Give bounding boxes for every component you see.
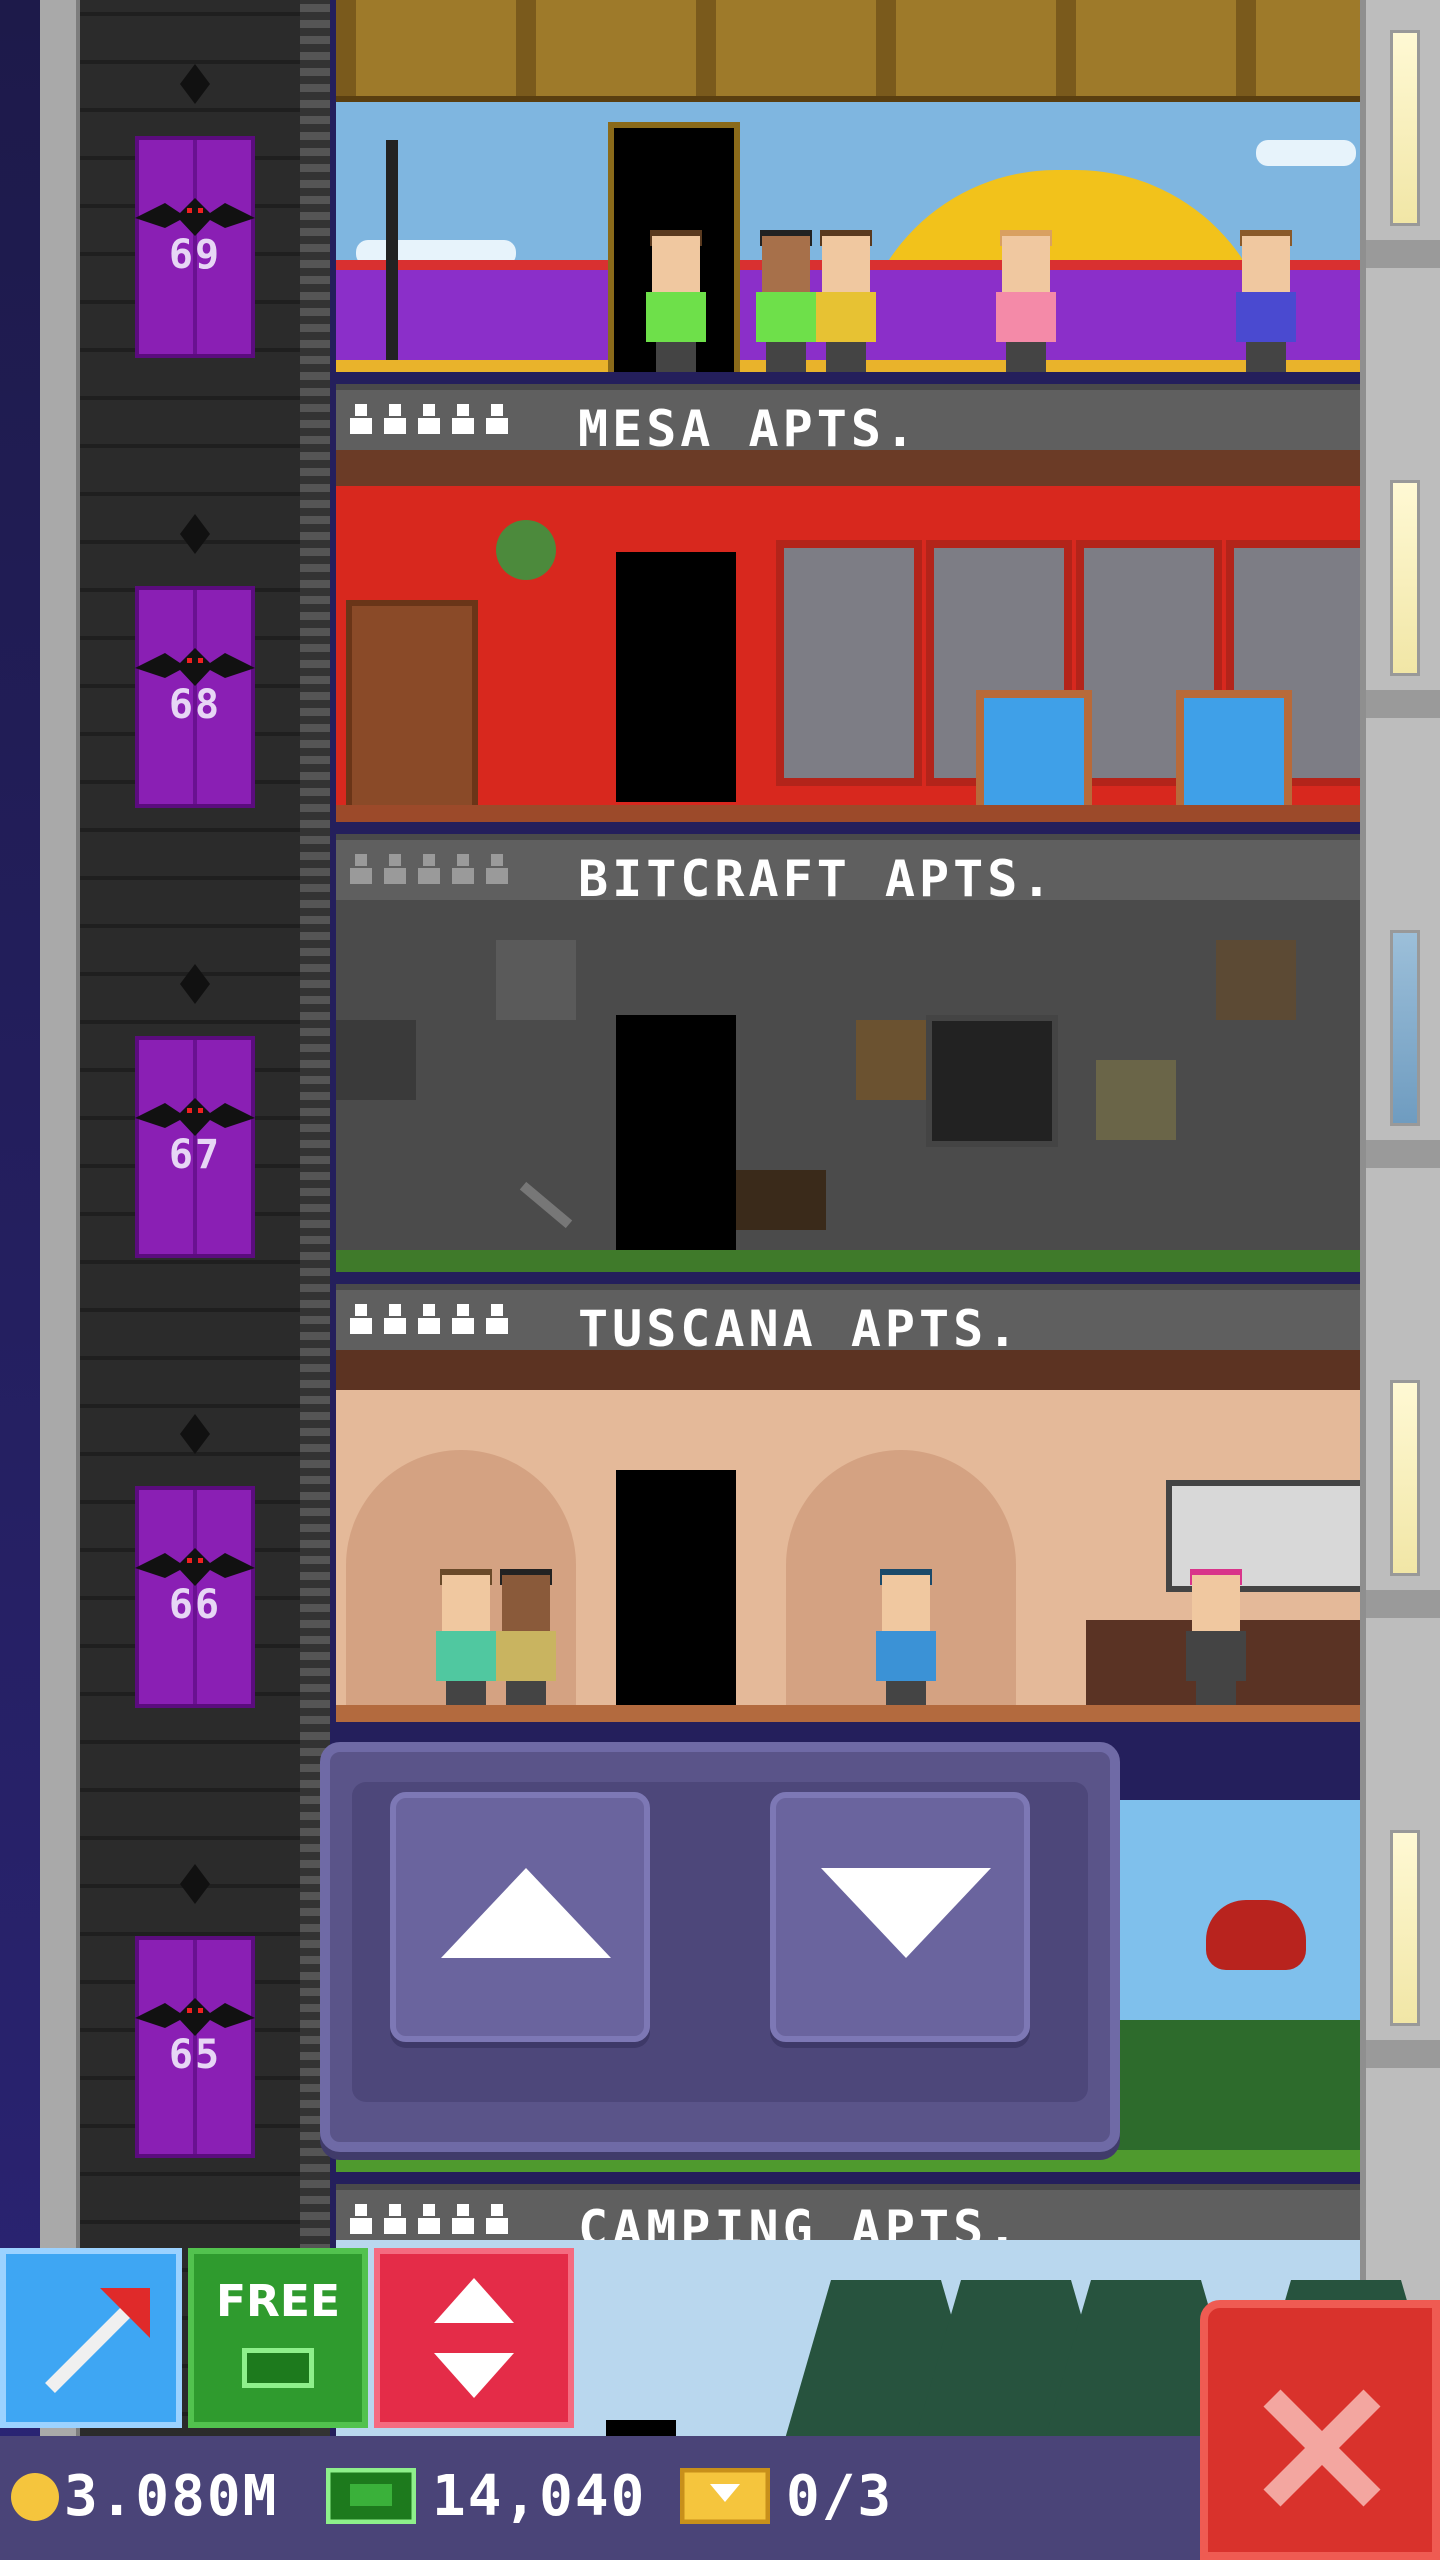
wall-segment bbox=[1366, 690, 1440, 718]
floor-number: 68 bbox=[168, 682, 222, 728]
resident[interactable] bbox=[646, 230, 706, 372]
elevator-car-67[interactable]: 67 bbox=[135, 1036, 255, 1258]
elevator-ornament-icon bbox=[180, 1864, 210, 1904]
wall-segment bbox=[1366, 1590, 1440, 1618]
wall-segment bbox=[1366, 240, 1440, 268]
resident-slots bbox=[348, 2204, 510, 2234]
floor-number: 65 bbox=[168, 2032, 222, 2078]
tickets-count: 0/3 bbox=[786, 2464, 894, 2529]
bookshelf bbox=[346, 600, 478, 822]
pickaxe bbox=[519, 1181, 573, 1229]
wall-segment bbox=[1366, 1140, 1440, 1168]
room-door[interactable] bbox=[616, 552, 736, 802]
resident[interactable] bbox=[816, 230, 876, 372]
resident-slot-icon bbox=[450, 404, 476, 434]
resident-slot-icon bbox=[484, 854, 510, 884]
wall-segment bbox=[1366, 2040, 1440, 2068]
space-background bbox=[0, 0, 40, 2560]
resident-slot-icon bbox=[382, 2204, 408, 2234]
bux-icon bbox=[326, 2468, 416, 2524]
resident-slots bbox=[348, 404, 510, 434]
pickaxe-arrow-icon bbox=[45, 2288, 150, 2393]
resident-slots bbox=[348, 1304, 510, 1334]
elevator-down-button[interactable] bbox=[770, 1792, 1030, 2042]
close-x-icon bbox=[1263, 2389, 1381, 2507]
wall-light bbox=[1390, 1380, 1420, 1576]
resident[interactable] bbox=[436, 1569, 496, 1715]
elevator-ornament-icon bbox=[180, 1414, 210, 1454]
dig-button[interactable] bbox=[0, 2248, 182, 2428]
elevator-car-65[interactable]: 65 bbox=[135, 1936, 255, 2158]
armchair bbox=[1176, 690, 1292, 822]
hanging-plant bbox=[496, 520, 556, 580]
floor-bitcraft[interactable] bbox=[336, 450, 1360, 822]
resident-slot-icon bbox=[450, 1304, 476, 1334]
resident-slots bbox=[348, 854, 510, 884]
resident-slot-icon bbox=[484, 404, 510, 434]
elevator-control-panel bbox=[320, 1742, 1120, 2152]
coins-count: 3.080M bbox=[64, 2464, 279, 2529]
elevator-ornament-icon bbox=[180, 64, 210, 104]
resident-slot-icon bbox=[382, 404, 408, 434]
resident-slot-icon bbox=[416, 854, 442, 884]
free-bux-button[interactable]: FREE bbox=[188, 2248, 368, 2428]
resident-slot-icon bbox=[416, 404, 442, 434]
armchair bbox=[976, 690, 1092, 822]
resident-slot-icon bbox=[484, 2204, 510, 2234]
resident-slot-icon bbox=[348, 2204, 374, 2234]
elevator-ornament-icon bbox=[180, 514, 210, 554]
floor-number: 67 bbox=[168, 1132, 222, 1178]
window bbox=[926, 1015, 1058, 1147]
coin-icon bbox=[11, 2473, 59, 2521]
resident-slot-icon bbox=[348, 404, 374, 434]
resident-slot-icon bbox=[450, 2204, 476, 2234]
up-down-arrows-icon bbox=[434, 2278, 514, 2398]
sign bbox=[736, 1170, 826, 1230]
resident[interactable] bbox=[996, 230, 1056, 372]
lamp-post bbox=[386, 140, 398, 360]
floor-number: 66 bbox=[168, 1582, 222, 1628]
tower-left-wall bbox=[40, 0, 80, 2460]
resident[interactable] bbox=[756, 230, 816, 372]
floor-number: 69 bbox=[168, 232, 222, 278]
elevator-up-button[interactable] bbox=[390, 1792, 650, 2042]
resident-slot-icon bbox=[382, 1304, 408, 1334]
resident-slot-icon bbox=[450, 854, 476, 884]
close-button[interactable] bbox=[1200, 2300, 1440, 2560]
elevator-car-68[interactable]: 68 bbox=[135, 586, 255, 808]
elevator-mode-button[interactable] bbox=[374, 2248, 574, 2428]
arrow-down-icon bbox=[821, 1868, 991, 1958]
arrow-up-icon bbox=[441, 1868, 611, 1958]
resident[interactable] bbox=[1186, 1569, 1246, 1715]
room-door[interactable] bbox=[616, 1470, 736, 1720]
status-bar: 3.080M 14,040 0/3 bbox=[0, 2436, 1200, 2560]
window bbox=[776, 540, 922, 786]
free-label: FREE bbox=[215, 2276, 341, 2327]
resident-slot-icon bbox=[382, 854, 408, 884]
resident-slot-icon bbox=[416, 1304, 442, 1334]
wall-light bbox=[1390, 480, 1420, 676]
ticket-icon bbox=[680, 2468, 770, 2524]
resident[interactable] bbox=[1236, 230, 1296, 372]
floor-mesa[interactable] bbox=[336, 0, 1360, 372]
elevator-car-69[interactable]: 69 bbox=[135, 136, 255, 358]
elevator-ornament-icon bbox=[180, 964, 210, 1004]
resident-slot-icon bbox=[484, 1304, 510, 1334]
floor-tuscana[interactable] bbox=[336, 900, 1360, 1272]
bux-icon bbox=[242, 2348, 314, 2388]
resident-slot-icon bbox=[348, 1304, 374, 1334]
wall-light bbox=[1390, 1830, 1420, 2026]
butterfly bbox=[1206, 1900, 1306, 1970]
wall-light bbox=[1390, 930, 1420, 1126]
floor-camping[interactable] bbox=[336, 1350, 1360, 1722]
resident-slot-icon bbox=[348, 854, 374, 884]
resident-slot-icon bbox=[416, 2204, 442, 2234]
resident[interactable] bbox=[496, 1569, 556, 1715]
elevator-car-66[interactable]: 66 bbox=[135, 1486, 255, 1708]
wall-light bbox=[1390, 30, 1420, 226]
bux-count: 14,040 bbox=[432, 2464, 647, 2529]
resident[interactable] bbox=[876, 1569, 936, 1715]
room-door[interactable] bbox=[616, 1015, 736, 1265]
